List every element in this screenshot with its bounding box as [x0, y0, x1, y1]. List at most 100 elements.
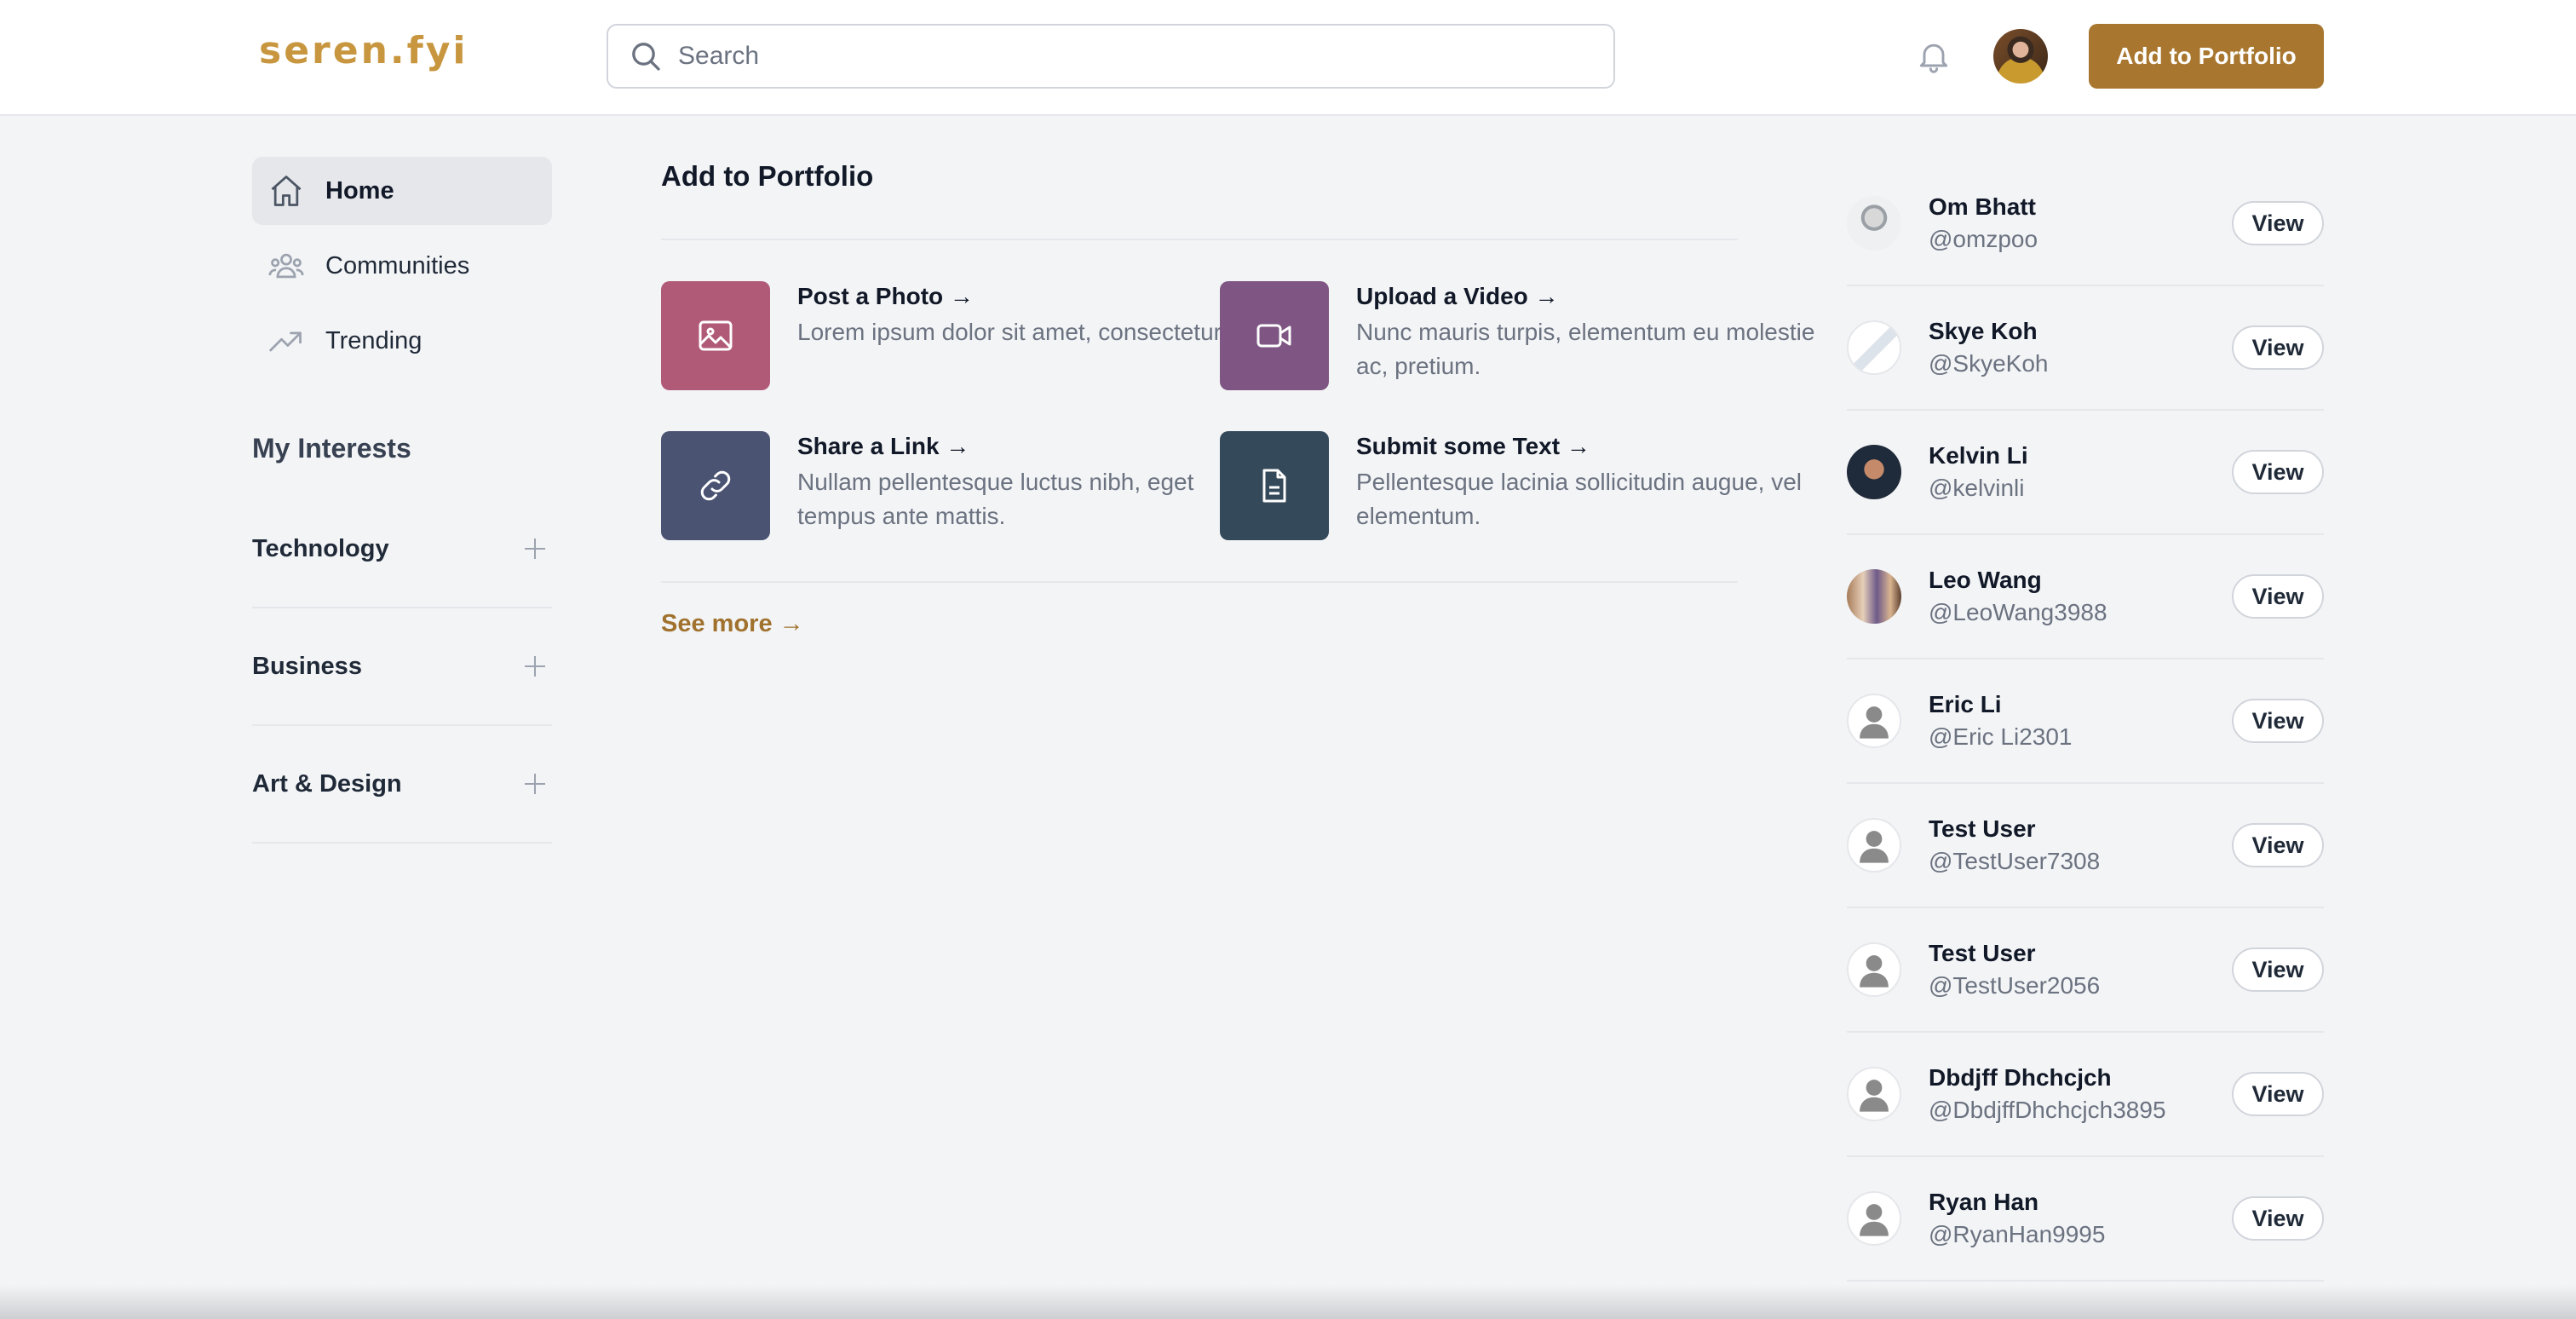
action-title: Post a Photo → [797, 283, 974, 309]
default-avatar-icon [1860, 1204, 1889, 1236]
logo[interactable]: seren.fyi [259, 31, 469, 72]
interest-art-design[interactable]: Art & Design [252, 726, 552, 844]
user-row: Dbdjff Dhchcjch @DbdjffDhchcjch3895 View [1847, 1033, 2324, 1157]
avatar[interactable] [1847, 1067, 1901, 1121]
plus-icon[interactable] [521, 535, 549, 562]
user-avatar[interactable] [1993, 29, 2048, 84]
bell-icon[interactable] [1915, 37, 1952, 75]
users-icon [268, 253, 304, 279]
action-description: Lorem ipsum dolor sit amet, consectetur … [797, 319, 1266, 345]
photo-icon [699, 320, 733, 351]
user-name: Dbdjff Dhchcjch [1929, 1064, 2112, 1091]
avatar[interactable] [1847, 694, 1901, 748]
interest-label: Technology [252, 534, 389, 562]
view-button[interactable]: View [2232, 1196, 2324, 1241]
action-title: Share a Link → [797, 433, 970, 459]
view-button[interactable]: View [2232, 574, 2324, 619]
sidebar-item-label: Home [325, 176, 394, 204]
action-description: Pellentesque lacinia sollicitudin augue,… [1356, 469, 1803, 529]
user-handle: @TestUser7308 [1929, 848, 2101, 874]
user-handle: @LeoWang3988 [1929, 599, 2107, 625]
search-bar[interactable] [607, 24, 1615, 89]
divider [661, 239, 1738, 240]
view-button[interactable]: View [2232, 947, 2324, 992]
view-button[interactable]: View [2232, 201, 2324, 245]
user-handle: @Eric Li2301 [1929, 723, 2073, 750]
view-button[interactable]: View [2232, 823, 2324, 867]
avatar[interactable] [1847, 818, 1901, 873]
user-row: Ryan Han @RyanHan9995 View [1847, 1157, 2324, 1282]
view-button[interactable]: View [2232, 450, 2324, 494]
link-icon [700, 470, 731, 501]
action-title: Upload a Video → [1356, 283, 1559, 309]
user-handle: @TestUser2056 [1929, 972, 2101, 999]
interest-technology[interactable]: Technology [252, 491, 552, 608]
user-name: Om Bhatt [1929, 193, 2036, 220]
document-icon [1262, 469, 1286, 503]
avatar[interactable] [1847, 196, 1901, 251]
page-title: Add to Portfolio [661, 160, 874, 192]
avatar[interactable] [1847, 445, 1901, 499]
trending-icon [269, 331, 302, 352]
avatar[interactable] [1847, 1191, 1901, 1246]
plus-icon[interactable] [521, 770, 549, 798]
user-name: Kelvin Li [1929, 442, 2028, 469]
see-more-link[interactable]: See more → [661, 610, 804, 638]
share-link-action[interactable]: Share a Link → Nullam pellentesque luctu… [661, 431, 1206, 542]
sidebar-item-label: Communities [325, 251, 470, 279]
user-row: Om Bhatt @omzpoo View [1847, 162, 2324, 286]
user-row: Eric Li @Eric Li2301 View [1847, 660, 2324, 784]
upload-video-action[interactable]: Upload a Video → Nunc mauris turpis, ele… [1220, 281, 1814, 392]
user-handle: @DbdjffDhchcjch3895 [1929, 1097, 2166, 1123]
plus-icon[interactable] [521, 653, 549, 680]
user-row: Test User @TestUser2056 View [1847, 908, 2324, 1033]
video-tile [1220, 281, 1329, 390]
sidebar-item-trending[interactable]: Trending [252, 307, 552, 375]
interest-business[interactable]: Business [252, 608, 552, 726]
view-button[interactable]: View [2232, 699, 2324, 743]
avatar[interactable] [1847, 942, 1901, 997]
photo-tile [661, 281, 770, 390]
post-photo-action[interactable]: Post a Photo → Lorem ipsum dolor sit ame… [661, 281, 1265, 392]
user-name: Eric Li [1929, 691, 2002, 717]
top-navbar: seren.fyi Add to Portfolio [0, 0, 2576, 116]
default-avatar-icon [1860, 831, 1889, 863]
user-handle: @kelvinli [1929, 475, 2025, 501]
home-icon [271, 176, 302, 206]
interest-label: Art & Design [252, 769, 402, 798]
sidebar-item-communities[interactable]: Communities [252, 232, 552, 300]
interests-heading: My Interests [252, 433, 411, 464]
avatar[interactable] [1847, 320, 1901, 375]
user-name: Skye Koh [1929, 318, 2038, 344]
bottom-fade [0, 1285, 2576, 1319]
user-handle: @RyanHan9995 [1929, 1221, 2106, 1247]
user-name: Test User [1929, 940, 2036, 966]
user-row: Skye Koh @SkyeKoh View [1847, 286, 2324, 411]
action-title: Submit some Text → [1356, 433, 1590, 459]
sidebar-item-label: Trending [325, 326, 423, 354]
user-row: Test User @TestUser7308 View [1847, 784, 2324, 908]
default-avatar-icon [1860, 1080, 1889, 1112]
submit-text-action[interactable]: Submit some Text → Pellentesque lacinia … [1220, 431, 1802, 542]
search-input[interactable] [678, 42, 1530, 71]
add-to-portfolio-button[interactable]: Add to Portfolio [2089, 24, 2324, 89]
view-button[interactable]: View [2232, 1072, 2324, 1116]
user-row: Leo Wang @LeoWang3988 View [1847, 535, 2324, 660]
divider [661, 581, 1738, 583]
avatar[interactable] [1847, 569, 1901, 624]
action-description: Nullam pellentesque luctus nibh, eget te… [797, 469, 1194, 529]
sidebar-item-home[interactable]: Home [252, 157, 552, 225]
user-handle: @SkyeKoh [1929, 350, 2049, 377]
default-avatar-icon [1860, 955, 1889, 988]
view-button[interactable]: View [2232, 325, 2324, 370]
link-tile [661, 431, 770, 540]
document-tile [1220, 431, 1329, 540]
video-icon [1256, 324, 1291, 348]
action-description: Nunc mauris turpis, elementum eu molesti… [1356, 319, 1815, 379]
default-avatar-icon [1860, 706, 1889, 739]
user-name: Test User [1929, 815, 2036, 842]
user-row: Kelvin Li @kelvinli View [1847, 411, 2324, 535]
user-handle: @omzpoo [1929, 226, 2038, 252]
interest-label: Business [252, 652, 362, 680]
search-icon [632, 43, 660, 71]
